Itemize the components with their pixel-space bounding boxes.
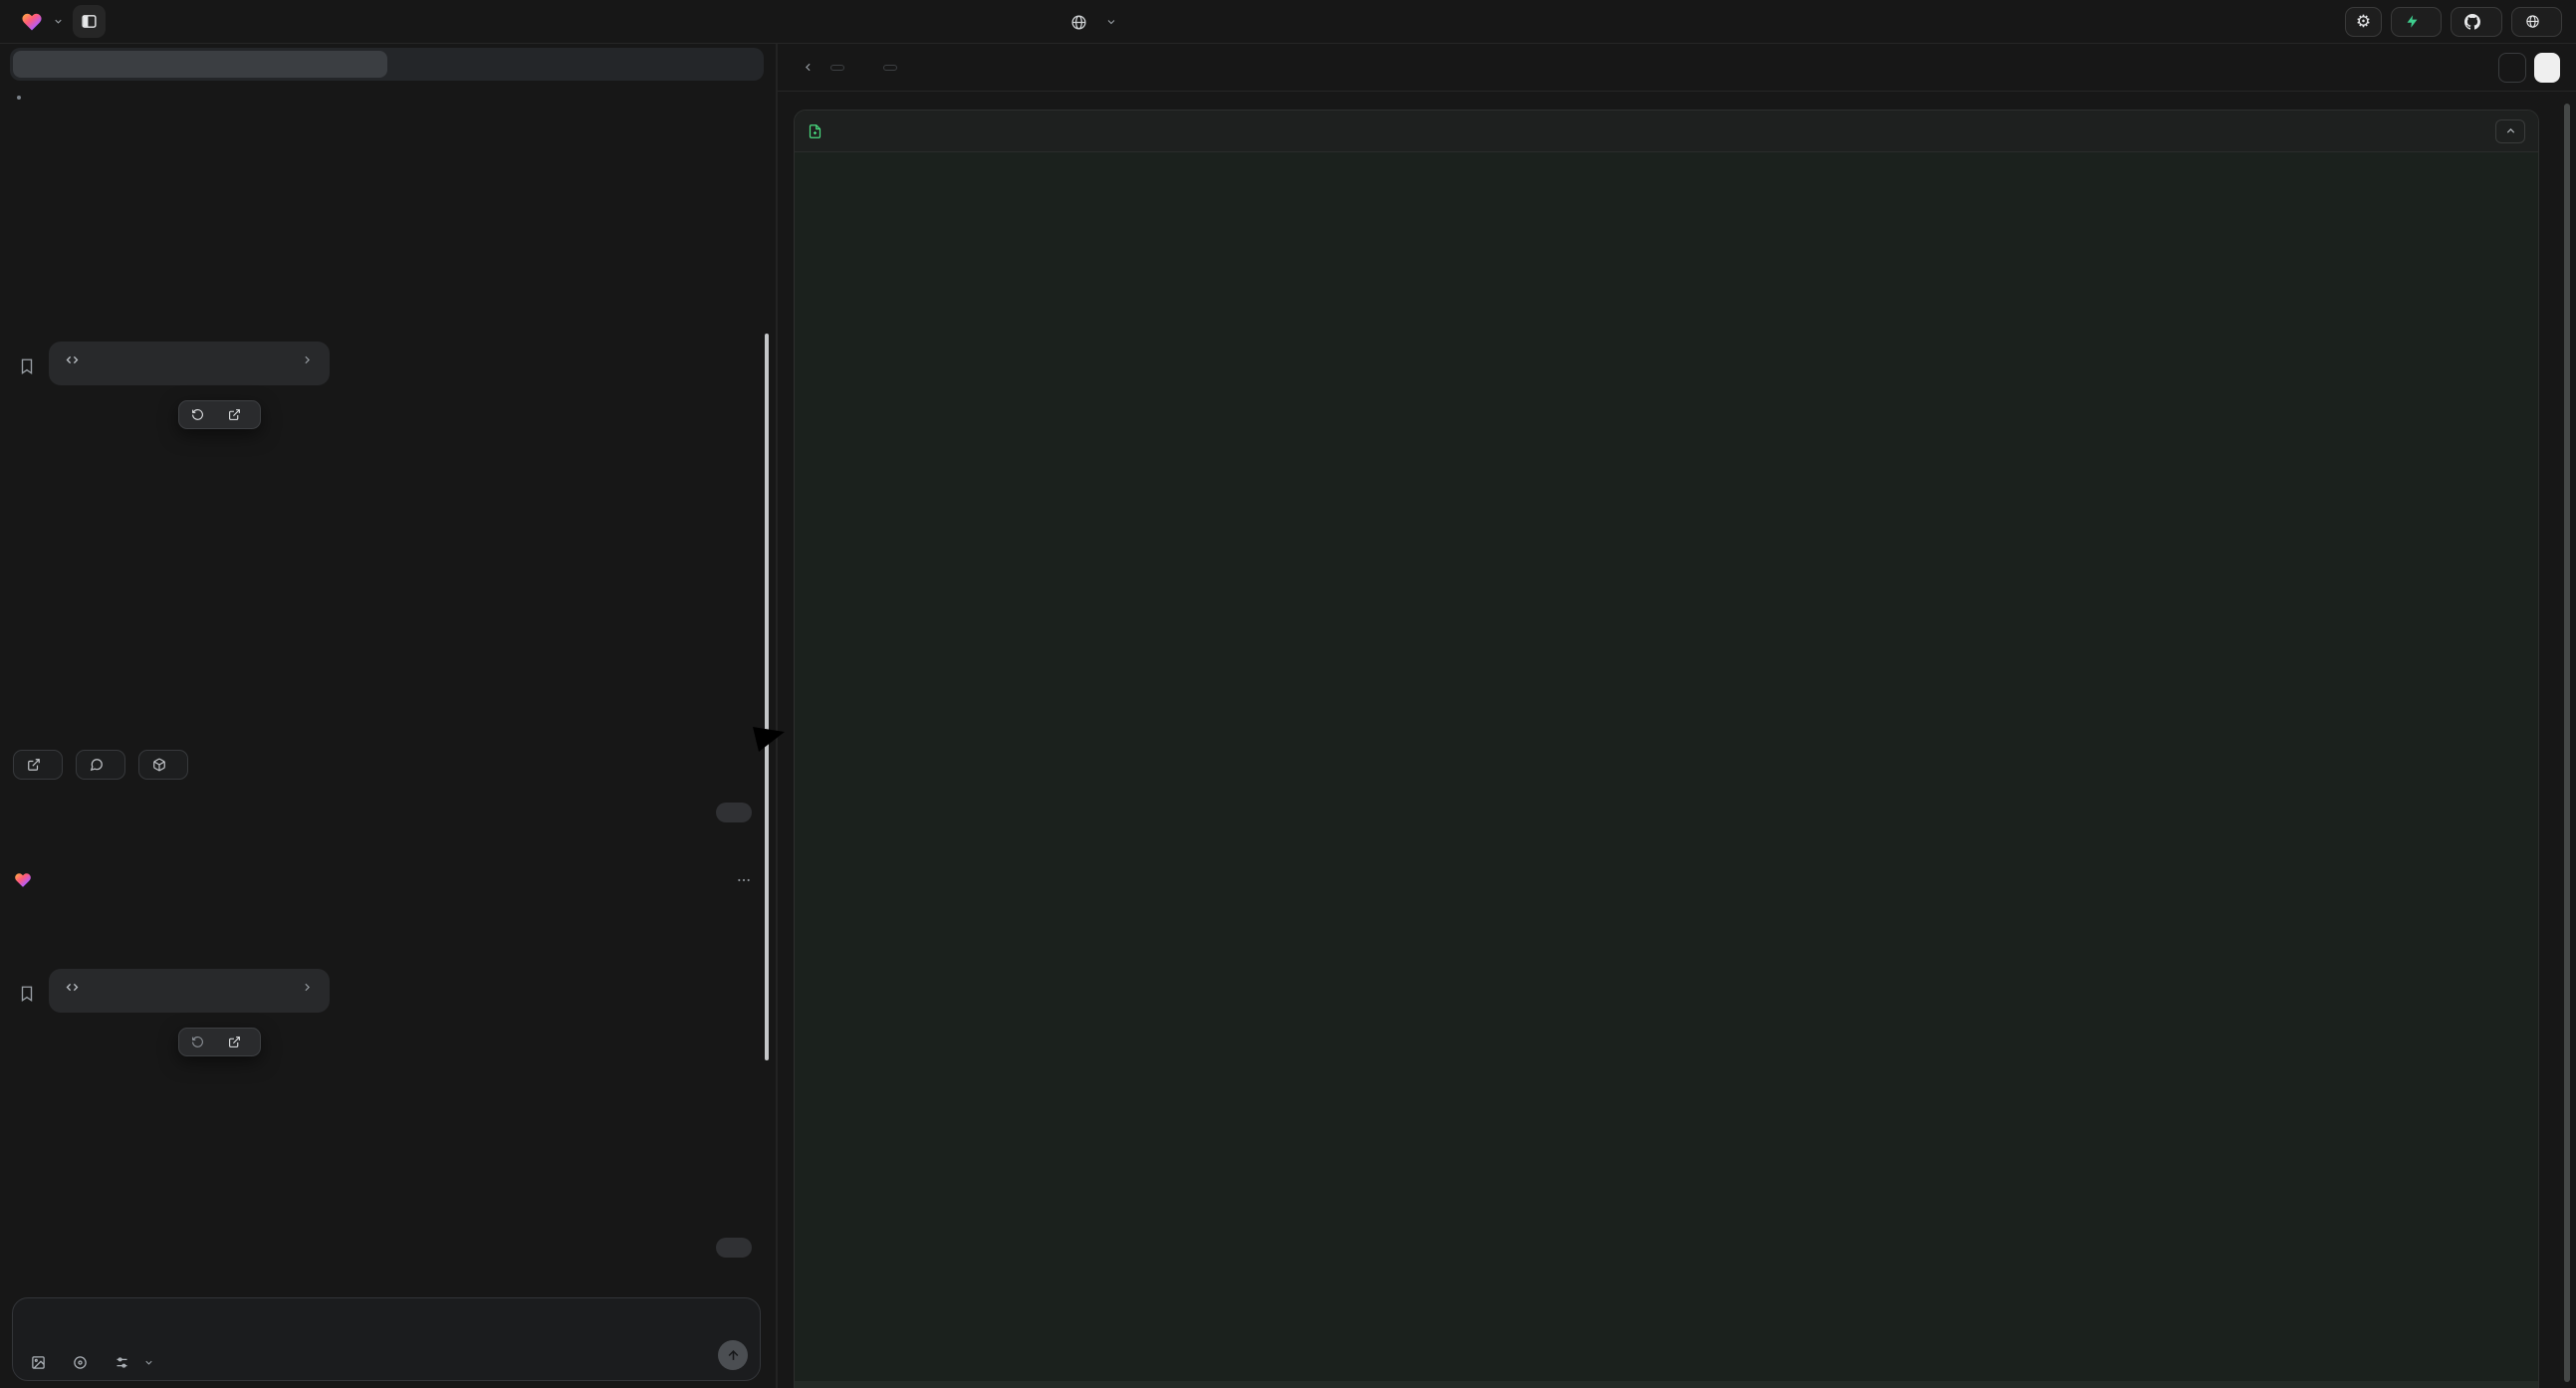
restore-preview-popover	[178, 1028, 261, 1056]
external-link-icon	[27, 758, 41, 772]
view-on-github-button[interactable]	[874, 65, 897, 71]
top-bar: ⚙	[0, 0, 2576, 44]
chat-history-tabs	[10, 48, 764, 81]
chevron-right-icon	[301, 981, 314, 994]
assistant-message-header	[13, 871, 752, 889]
esc-key-badge	[830, 65, 844, 71]
tab-chat[interactable]	[13, 51, 387, 78]
file-added-icon	[808, 123, 822, 139]
chevron-down-icon	[143, 1357, 154, 1368]
restore-preview-popover	[178, 400, 261, 429]
sidebar-toggle-button[interactable]	[73, 5, 106, 38]
github-button[interactable]	[2451, 7, 2502, 37]
raw-toggle-button[interactable]	[2498, 53, 2526, 83]
edit-button[interactable]	[73, 1355, 95, 1370]
version-card-implement	[18, 342, 330, 385]
bookmark-icon[interactable]	[18, 357, 36, 385]
code-viewer-header	[778, 44, 2576, 92]
chevron-up-icon	[2504, 124, 2517, 137]
restore-button[interactable]	[191, 408, 211, 421]
project-chevron-down-icon	[1105, 16, 1117, 28]
package-icon	[152, 758, 166, 772]
chat-panel	[0, 44, 776, 1388]
diff-toggle-button[interactable]	[2534, 53, 2560, 83]
code-file-card	[794, 110, 2539, 1388]
lovable-logo-heart-icon[interactable]	[20, 11, 44, 33]
manage-knowledge-button[interactable]	[138, 750, 188, 780]
publish-globe-icon	[2525, 14, 2540, 29]
arrow-up-icon	[726, 1348, 741, 1363]
code-icon	[65, 352, 80, 367]
image-icon	[31, 1355, 46, 1370]
chat-bubble-icon	[90, 758, 104, 772]
horizontal-scrollbar[interactable]	[795, 1381, 2538, 1388]
chevron-left-icon	[802, 61, 815, 74]
chevron-right-icon	[301, 353, 314, 366]
code-scrollbar[interactable]	[2564, 104, 2570, 1382]
supabase-button[interactable]	[2391, 7, 2442, 37]
circle-dot-icon	[73, 1355, 88, 1370]
version-card[interactable]	[49, 969, 330, 1013]
more-options-icon[interactable]	[736, 872, 752, 888]
file-header[interactable]	[795, 111, 2538, 152]
g-key-badge	[883, 65, 897, 71]
code-viewer-panel	[778, 44, 2576, 1388]
version-card[interactable]	[49, 342, 330, 385]
user-message-bubble	[716, 1238, 752, 1258]
supabase-bolt-icon	[2405, 14, 2420, 29]
logo-chevron-down-icon[interactable]	[53, 16, 64, 27]
collapse-file-button[interactable]	[2495, 119, 2525, 143]
lovable-app: ⚙	[0, 0, 2576, 1388]
chat-scrollbar[interactable]	[765, 334, 769, 1060]
suggestion-button-row	[13, 750, 188, 780]
preview-button[interactable]	[228, 1036, 248, 1048]
bookmark-icon[interactable]	[18, 985, 36, 1013]
attach-button[interactable]	[31, 1355, 53, 1370]
globe-icon	[1070, 14, 1087, 31]
project-name-button[interactable]	[1070, 0, 1117, 44]
gear-icon: ⚙	[2356, 12, 2371, 32]
publish-button[interactable]	[2511, 7, 2562, 37]
ask-lovable-input[interactable]	[31, 1310, 700, 1340]
chat-scroll-area	[0, 81, 776, 1388]
version-card-add-budget	[18, 969, 330, 1013]
code-body	[795, 152, 2538, 1388]
explore-supabase-button[interactable]	[76, 750, 125, 780]
settings-button[interactable]: ⚙	[2345, 7, 2382, 37]
model-selector-button[interactable]	[115, 1355, 154, 1370]
send-button[interactable]	[718, 1340, 748, 1370]
exit-button[interactable]	[802, 61, 844, 74]
lovable-heart-icon	[13, 871, 33, 889]
code-icon	[65, 980, 80, 995]
visit-docs-button[interactable]	[13, 750, 63, 780]
preview-button[interactable]	[228, 408, 248, 421]
sliders-icon	[115, 1355, 129, 1370]
tab-history[interactable]	[387, 51, 762, 78]
github-icon	[2464, 14, 2480, 30]
user-message-bubble	[716, 803, 752, 822]
prompt-input-box	[12, 1297, 761, 1381]
restore-button[interactable]	[191, 1036, 211, 1048]
diff-added-bar	[823, 152, 826, 1388]
